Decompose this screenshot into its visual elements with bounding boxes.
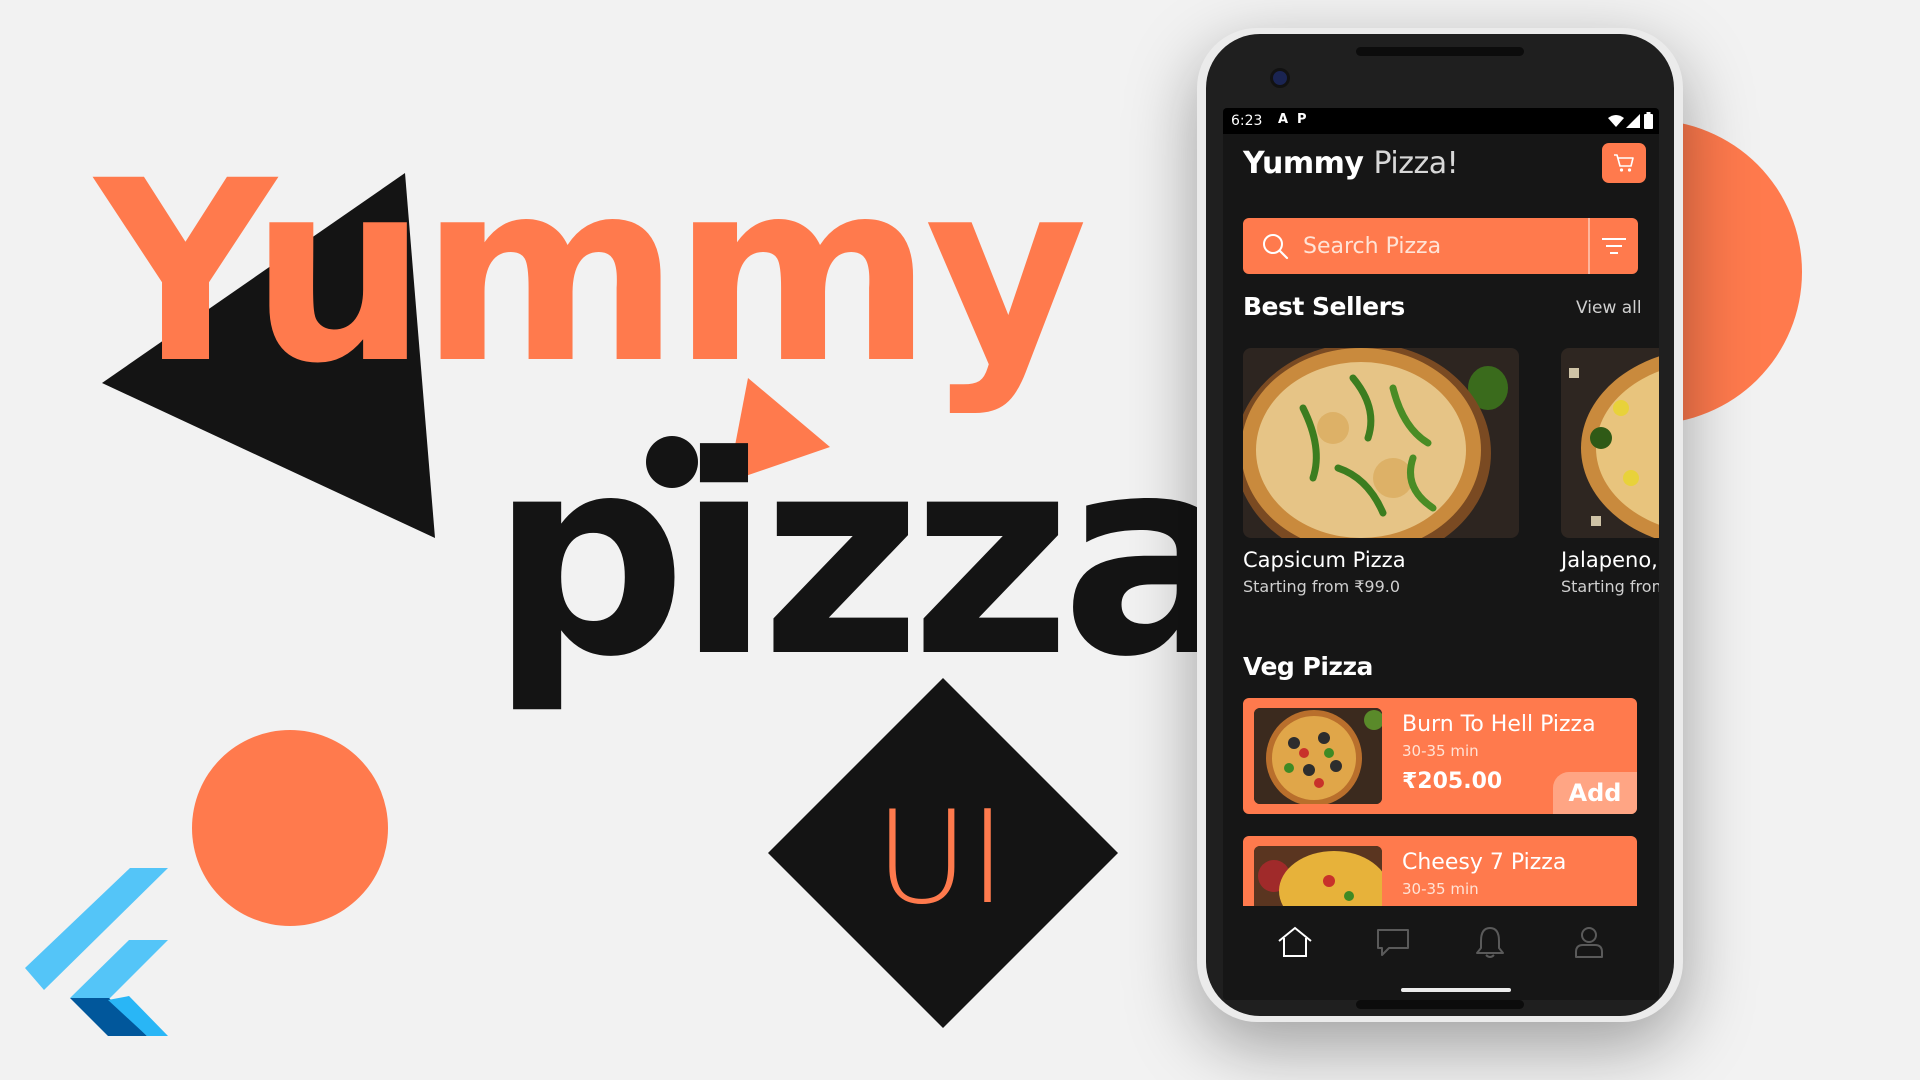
veg-pizza-title: Veg Pizza [1243,652,1373,681]
profile-icon [1575,927,1603,958]
best-seller-card[interactable]: Capsicum Pizza Starting from ₹99.0 [1243,348,1523,596]
phone-body: 6:23 A P Yummy Pizza! Search Pizza Best … [1206,34,1674,1016]
top-speaker [1356,47,1524,56]
add-button[interactable]: Add [1553,772,1637,814]
home-icon [1278,926,1312,957]
status-icon-a: A [1278,112,1289,127]
bottom-speaker [1356,1000,1524,1009]
nav-chat[interactable] [1371,920,1415,964]
ui-mark: UI [875,784,1007,933]
decor-circle-orange [192,730,388,926]
filter-button[interactable] [1588,218,1638,274]
nav-profile[interactable] [1567,920,1611,964]
app-title-yummy: Yummy [1243,146,1364,181]
app-screen: 6:23 A P Yummy Pizza! Search Pizza Best … [1223,108,1659,1000]
cart-button[interactable] [1602,143,1646,183]
search-icon [1255,232,1295,260]
signal-icon [1626,114,1640,128]
veg-pizza-card[interactable]: Burn To Hell Pizza 30-35 min ₹205.00 Add [1243,698,1637,814]
veg-pizza-price: ₹205.00 [1402,769,1503,794]
pizza-image-capsicum [1243,348,1519,538]
best-seller-price: Starting from [1561,577,1659,596]
battery-icon [1644,112,1653,129]
veg-pizza-name: Cheesy 7 Pizza [1402,850,1567,875]
wifi-icon [1608,115,1624,127]
bottom-nav [1223,906,1659,1000]
best-seller-card[interactable]: Jalapeno,S Starting from [1561,348,1659,596]
app-title: Yummy Pizza! [1243,146,1459,181]
gesture-home-bar[interactable] [1401,988,1511,992]
best-seller-name: Capsicum Pizza [1243,548,1406,572]
status-bar: 6:23 A P [1223,108,1659,134]
view-all-link[interactable]: View all [1576,298,1642,318]
status-time: 6:23 [1231,113,1263,129]
bell-icon [1476,927,1504,958]
flutter-logo-icon [25,868,168,1036]
best-seller-price: Starting from ₹99.0 [1243,577,1401,596]
veg-pizza-time: 30-35 min [1402,742,1479,760]
poster-word-yummy: Yummy [95,127,1088,418]
veg-pizza-name: Burn To Hell Pizza [1402,712,1596,737]
poster-word-pizza: pizza [490,397,1247,717]
search-input[interactable] [1295,217,1588,275]
nav-home[interactable] [1273,920,1317,964]
status-icon-p: P [1297,112,1307,127]
filter-icon [1602,238,1626,254]
front-camera [1270,68,1290,88]
best-sellers-title: Best Sellers [1243,292,1405,321]
cart-icon [1614,154,1634,172]
pizza-image-burn-to-hell [1254,708,1382,804]
phone-frame: 6:23 A P Yummy Pizza! Search Pizza Best … [1197,28,1683,1022]
chat-icon [1377,929,1409,956]
veg-pizza-time: 30-35 min [1402,880,1479,898]
pizza-image-jalapeno [1561,348,1659,538]
app-title-pizza: Pizza! [1373,146,1459,181]
search-bar [1243,217,1638,275]
best-seller-name: Jalapeno,S [1561,548,1659,572]
nav-notifications[interactable] [1468,920,1512,964]
